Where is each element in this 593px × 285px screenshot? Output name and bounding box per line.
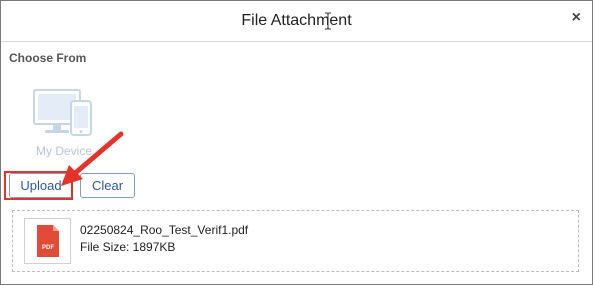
text-cursor-icon bbox=[325, 12, 331, 30]
file-attachment-dialog: File Attachment × Choose From My Device … bbox=[0, 0, 593, 285]
pdf-badge-text: PDF bbox=[42, 245, 54, 251]
file-thumbnail[interactable]: PDF bbox=[24, 218, 71, 264]
file-name: 02250824_Roo_Test_Verif1.pdf bbox=[80, 223, 249, 237]
attached-file-area: PDF 02250824_Roo_Test_Verif1.pdf File Si… bbox=[12, 210, 579, 272]
close-button[interactable]: × bbox=[572, 9, 581, 27]
dialog-header: File Attachment × bbox=[1, 1, 592, 42]
annotation-arrow-icon bbox=[61, 131, 124, 186]
pdf-file-icon: PDF bbox=[37, 225, 59, 257]
file-size: File Size: 1897KB bbox=[80, 240, 176, 254]
choose-from-label: Choose From bbox=[9, 51, 87, 65]
dialog-title: File Attachment bbox=[241, 12, 352, 29]
